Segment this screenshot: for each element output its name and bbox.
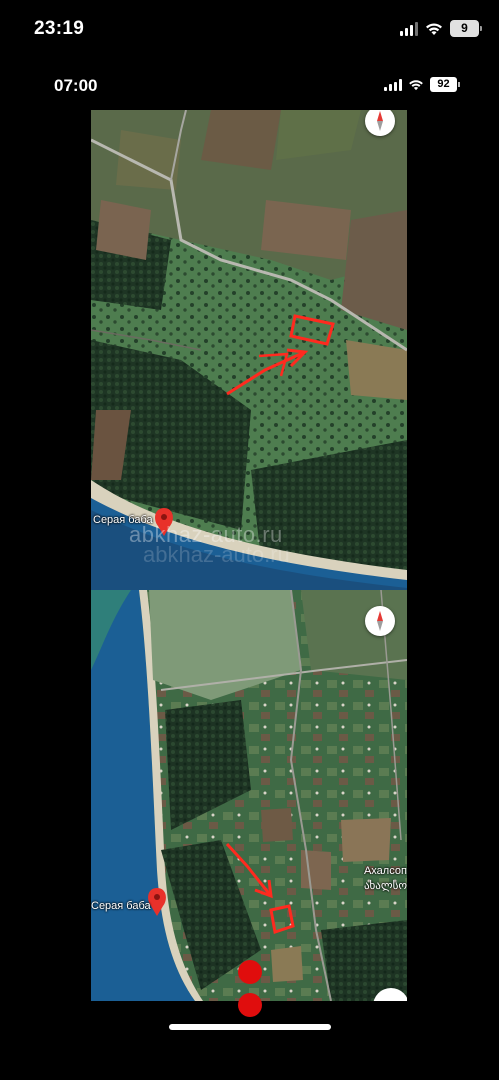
compass-icon-bottom[interactable] (365, 606, 395, 636)
cellular-signal-icon (400, 21, 418, 36)
red-dot-lower[interactable] (238, 993, 262, 1017)
village-label-russian: Ахалсоп (363, 865, 407, 877)
place-label-seraya-baba-bottom: Серая баба (91, 900, 151, 912)
red-dot-upper[interactable] (238, 960, 262, 984)
compass-icon[interactable] (365, 110, 395, 136)
village-label-georgian: ახალსო (363, 880, 407, 892)
satellite-imagery-bottom (91, 590, 407, 1001)
inner-cellular-signal-icon (384, 78, 402, 91)
battery-icon: 9 (450, 20, 482, 37)
satellite-map-bottom[interactable]: Серая баба Ахалсоп ახალსო (91, 590, 407, 1001)
satellite-map-top[interactable]: Серая баба abkhaz-auto.ru abkhaz-auto.ru (91, 110, 407, 590)
status-time: 23:19 (34, 18, 85, 39)
inner-battery-icon: 92 (430, 77, 460, 92)
status-icons: 9 (400, 20, 482, 37)
status-bar: 23:19 9 (0, 0, 499, 58)
inner-status-time: 07:00 (54, 76, 98, 95)
home-indicator[interactable] (169, 1024, 331, 1030)
village-label: Ахалсоп ახალსო (364, 864, 407, 894)
watermark-shadow: abkhaz-auto.ru (143, 542, 290, 567)
inner-wifi-icon (409, 79, 423, 90)
inner-status-bar: 07:00 92 (0, 68, 499, 102)
wifi-icon (426, 22, 442, 35)
inner-status-icons: 92 (384, 77, 460, 92)
